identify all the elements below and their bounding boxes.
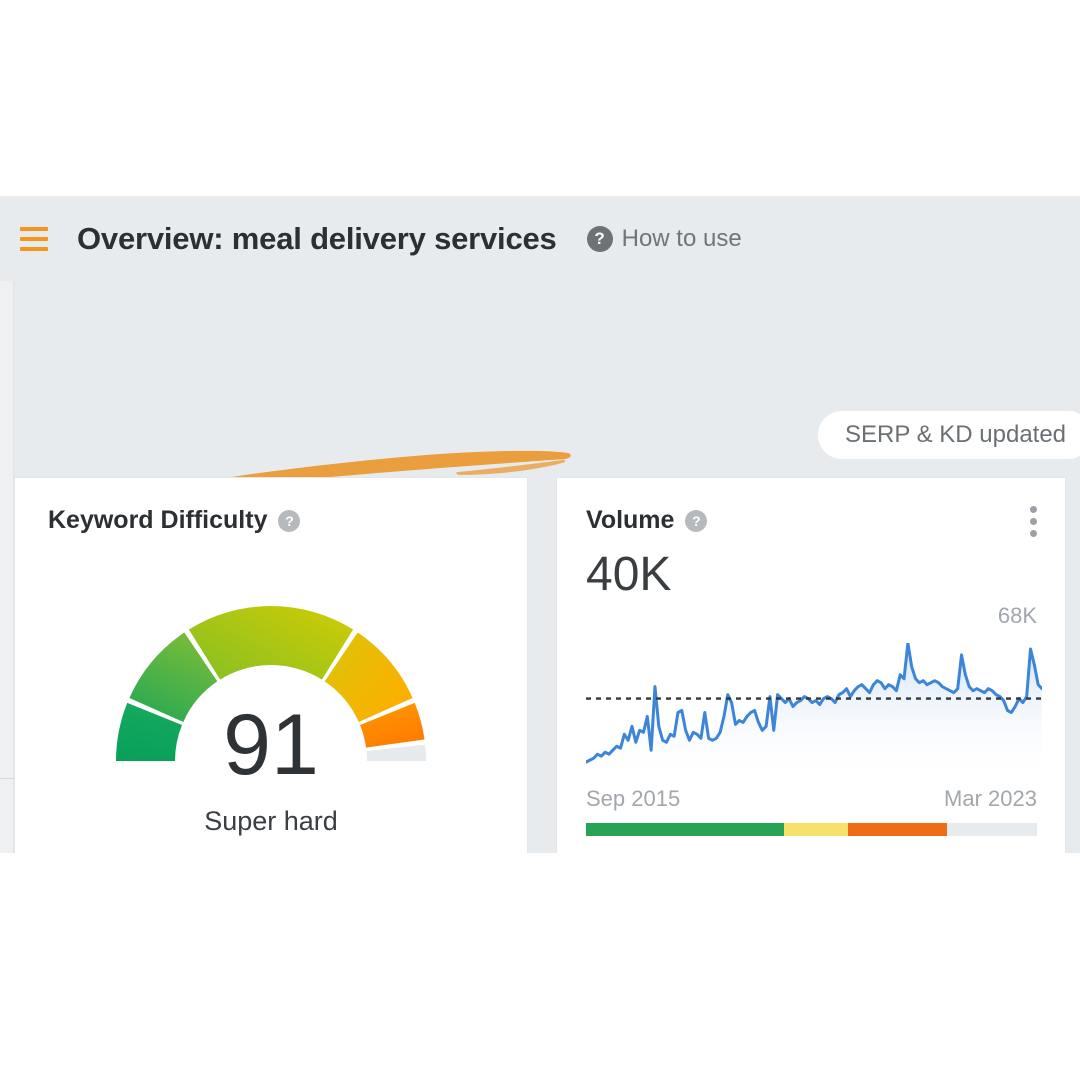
volume-axis-end: Mar 2023 [944, 786, 1037, 811]
how-to-use-label: How to use [621, 224, 742, 252]
keyword-difficulty-verdict: Super hard [204, 806, 338, 836]
sidebar-divider [0, 778, 14, 779]
color-bar-segment-yellow [784, 823, 848, 836]
sidebar-sliver [0, 281, 14, 853]
color-bar-segment-orange [847, 823, 947, 836]
serp-color-bar [586, 823, 1037, 836]
metric-row-clicks[interactable]: Clicks ? 45K [586, 849, 1037, 853]
color-bar-segment-grey [946, 823, 1037, 836]
volume-axis-max: 68K [997, 603, 1037, 628]
question-mark-icon: ? [586, 225, 613, 252]
volume-header: Volume ? [586, 506, 708, 535]
keyword-difficulty-card: Keyword Difficulty ? 91 Super hard [14, 477, 528, 853]
screenshot-canvas: Overview: meal delivery services ? How t… [0, 0, 1080, 1080]
volume-title: Volume [586, 506, 675, 534]
keyword-difficulty-gauge: 91 Super hard [106, 596, 436, 836]
volume-axis-start: Sep 2015 [586, 786, 681, 811]
serp-kd-updated-pill[interactable]: SERP & KD updated [818, 411, 1080, 459]
keyword-difficulty-score: 91 [223, 697, 319, 793]
color-bar-segment-green [586, 823, 785, 836]
hamburger-icon[interactable] [20, 226, 48, 251]
how-to-use-link[interactable]: ? How to use [586, 224, 742, 253]
more-vertical-icon[interactable] [1029, 506, 1037, 537]
question-mark-icon[interactable]: ? [685, 509, 708, 532]
keyword-difficulty-header: Keyword Difficulty ? [48, 506, 301, 535]
volume-axis-labels: Sep 2015 Mar 2023 [586, 786, 1037, 812]
app-region: Overview: meal delivery services ? How t… [0, 196, 1080, 853]
volume-sparkline-chart [586, 643, 1042, 778]
question-mark-icon[interactable]: ? [278, 509, 301, 532]
volume-value: 40K [586, 548, 672, 601]
keyword-difficulty-title: Keyword Difficulty [48, 506, 268, 534]
page-title: Overview: meal delivery services [77, 220, 557, 256]
top-bar: Overview: meal delivery services ? How t… [0, 196, 1080, 281]
volume-card: Volume ? 40K 68K Sep 2015 Mar 2023 [556, 477, 1066, 853]
